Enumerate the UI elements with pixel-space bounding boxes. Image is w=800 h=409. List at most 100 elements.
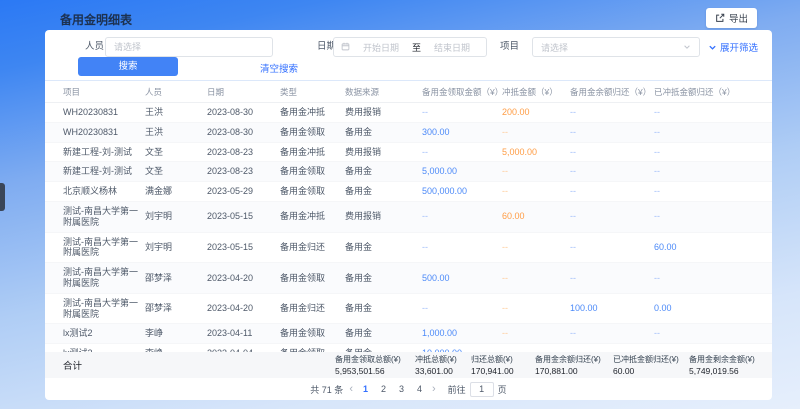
page-button[interactable]: 4: [413, 382, 426, 396]
header-cell: 类型: [280, 86, 345, 98]
cell-source: 备用金: [345, 166, 422, 177]
table-row[interactable]: 新建工程-刘-测试文圣2023-08-23备用金冲抵费用报销--5,000.00…: [45, 143, 772, 163]
cell-balance_return: --: [570, 242, 654, 253]
cell-received: --: [422, 147, 502, 158]
export-button[interactable]: 导出: [706, 8, 757, 28]
calendar-icon: [341, 42, 350, 53]
cell-source: 费用报销: [345, 107, 422, 118]
table-row[interactable]: 测试-南昌大学第一附属医院刘宇明2023-05-15备用金冲抵费用报销--60.…: [45, 202, 772, 233]
cell-received: --: [422, 242, 502, 253]
cell-offset_return: 60.00: [654, 242, 744, 253]
table-row[interactable]: 测试-南昌大学第一附属医院邵梦泽2023-04-20备用金领取备用金500.00…: [45, 263, 772, 294]
person-input[interactable]: [106, 38, 272, 56]
goto-page-input[interactable]: [470, 382, 494, 397]
table-row[interactable]: lx测试2李峥2023-04-11备用金领取备用金1,000.00------: [45, 324, 772, 344]
cell-offset_return: --: [654, 211, 744, 222]
header-cell: 项目: [63, 86, 145, 98]
cell-date: 2023-04-20: [207, 303, 280, 314]
cell-type: 备用金领取: [280, 127, 345, 138]
page-button[interactable]: 1: [359, 382, 372, 396]
cell-date: 2023-08-30: [207, 107, 280, 118]
table-row[interactable]: WH20230831王洪2023-08-30备用金领取备用金300.00----…: [45, 123, 772, 143]
cell-received: --: [422, 303, 502, 314]
cell-date: 2023-05-29: [207, 186, 280, 197]
total-count: 共 71 条: [310, 383, 343, 396]
table-row[interactable]: 测试-南昌大学第一附属医院邵梦泽2023-04-20备用金归还备用金----10…: [45, 294, 772, 325]
cell-offset: --: [502, 186, 570, 197]
cell-balance_return: --: [570, 147, 654, 158]
summary-item-label: 冲抵总额(¥): [415, 354, 469, 365]
cell-person: 满金娜: [145, 186, 207, 197]
table-header: 项目人员日期类型数据来源备用金领取金额（¥）冲抵金额（¥）备用金余额归还（¥）已…: [45, 80, 772, 103]
page-button[interactable]: 2: [377, 382, 390, 396]
date-range-input[interactable]: 开始日期 至 结束日期: [333, 37, 487, 57]
cell-type: 备用金领取: [280, 328, 345, 339]
cell-type: 备用金冲抵: [280, 107, 345, 118]
cell-project: 北京顺义杨林: [63, 186, 145, 197]
cell-person: 王洪: [145, 127, 207, 138]
cell-date: 2023-08-23: [207, 147, 280, 158]
cell-person: 邵梦泽: [145, 273, 207, 284]
table-row[interactable]: 测试-南昌大学第一附属医院刘宇明2023-05-15备用金归还备用金------…: [45, 233, 772, 264]
pagination: 共 71 条 ‹ 1234 › 前往 页: [45, 378, 772, 400]
cell-date: 2023-08-23: [207, 166, 280, 177]
cell-offset: 200.00: [502, 107, 570, 118]
chevron-down-icon: [708, 43, 717, 52]
summary-item-label: 备用金余额归还(¥): [535, 354, 611, 365]
cell-source: 备用金: [345, 127, 422, 138]
person-filter-label: 人员: [85, 37, 104, 57]
table-row[interactable]: 北京顺义杨林满金娜2023-05-29备用金领取备用金500,000.00---…: [45, 182, 772, 202]
clear-search-button[interactable]: 清空搜索: [260, 61, 298, 75]
cell-received: --: [422, 107, 502, 118]
table-row[interactable]: lx测试2李峥2023-04-04备用金领取备用金10,000.00------: [45, 344, 772, 352]
summary-item-value: 33,601.00: [415, 366, 469, 376]
person-select-input[interactable]: [105, 37, 273, 57]
table-row[interactable]: 新建工程-刘-测试文圣2023-08-23备用金领取备用金5,000.00---…: [45, 162, 772, 182]
cell-project: WH20230831: [63, 127, 145, 138]
cell-source: 备用金: [345, 328, 422, 339]
cell-type: 备用金冲抵: [280, 147, 345, 158]
header-cell: 已冲抵金额归还（¥）: [654, 86, 744, 98]
table-body: WH20230831王洪2023-08-30备用金冲抵费用报销--200.00-…: [45, 103, 772, 352]
cell-source: 备用金: [345, 273, 422, 284]
date-end-placeholder[interactable]: 结束日期: [425, 41, 479, 54]
summary-item: 备用金剩余金额(¥)5,749,019.56: [689, 354, 767, 376]
project-filter-label: 项目: [500, 37, 519, 57]
cell-date: 2023-04-11: [207, 328, 280, 339]
summary-item-value: 170,941.00: [471, 366, 533, 376]
expand-filters-label: 展开筛选: [720, 40, 758, 54]
search-button[interactable]: 搜索: [78, 57, 178, 76]
cell-balance_return: --: [570, 107, 654, 118]
cell-person: 王洪: [145, 107, 207, 118]
cell-balance_return: --: [570, 127, 654, 138]
cell-balance_return: 100.00: [570, 303, 654, 314]
cell-project: 测试-南昌大学第一附属医院: [63, 237, 145, 259]
header-cell: 备用金领取金额（¥）: [422, 86, 502, 98]
date-start-placeholder[interactable]: 开始日期: [354, 41, 408, 54]
summary-item: 备用金余额归还(¥)170,881.00: [535, 354, 611, 376]
prev-page-button[interactable]: ‹: [349, 382, 353, 396]
project-select[interactable]: 请选择: [532, 37, 700, 57]
page-button[interactable]: 3: [395, 382, 408, 396]
cell-balance_return: --: [570, 328, 654, 339]
export-button-label: 导出: [729, 11, 748, 25]
cell-balance_return: --: [570, 186, 654, 197]
next-page-button[interactable]: ›: [432, 382, 436, 396]
cell-received: --: [422, 211, 502, 222]
summary-item: 备用金领取总额(¥)5,953,501.56: [335, 354, 413, 376]
cell-offset: 60.00: [502, 211, 570, 222]
cell-type: 备用金归还: [280, 242, 345, 253]
cell-source: 费用报销: [345, 211, 422, 222]
cell-type: 备用金归还: [280, 303, 345, 314]
cell-project: 测试-南昌大学第一附属医院: [63, 206, 145, 228]
summary-item-label: 备用金领取总额(¥): [335, 354, 413, 365]
drawer-handle[interactable]: [0, 183, 5, 211]
cell-offset: --: [502, 242, 570, 253]
expand-filters-link[interactable]: 展开筛选: [708, 40, 758, 54]
cell-source: 备用金: [345, 303, 422, 314]
header-cell: 数据来源: [345, 86, 422, 98]
cell-received: 300.00: [422, 127, 502, 138]
summary-item: 已冲抵金额归还(¥)60.00: [613, 354, 687, 376]
cell-offset_return: --: [654, 328, 744, 339]
table-row[interactable]: WH20230831王洪2023-08-30备用金冲抵费用报销--200.00-…: [45, 103, 772, 123]
